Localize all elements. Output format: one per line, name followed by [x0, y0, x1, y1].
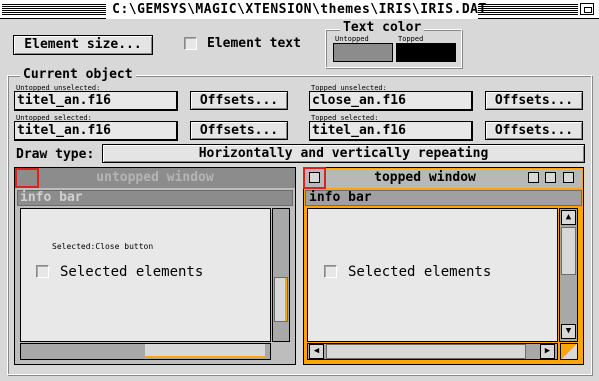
- untopped-hscroll-thumb[interactable]: [145, 344, 265, 358]
- untopped-selected-offsets-button[interactable]: Offsets...: [190, 121, 288, 140]
- iconify-icon[interactable]: [528, 172, 539, 183]
- untopped-selected-checkbox[interactable]: [36, 265, 49, 278]
- untopped-selected-label: Selected elements: [60, 264, 204, 280]
- fuller-icon[interactable]: [563, 172, 574, 183]
- topped-selected-offsets-button[interactable]: Offsets...: [485, 121, 583, 140]
- topped-selected-checkbox[interactable]: [324, 265, 337, 278]
- topped-color-label: Topped: [398, 35, 424, 43]
- current-object-title: Current object: [20, 67, 136, 82]
- topped-hscroll-thumb[interactable]: [326, 344, 526, 359]
- topped-unselected-offsets-button[interactable]: Offsets...: [485, 91, 583, 110]
- draw-type-popup[interactable]: Horizontally and vertically repeating: [102, 144, 585, 163]
- untopped-unselected-offsets-button[interactable]: Offsets...: [190, 91, 288, 110]
- element-text-checkbox[interactable]: [184, 37, 197, 50]
- untopped-vscroll-thumb[interactable]: [274, 277, 288, 322]
- topped-window-title: topped window: [374, 170, 476, 185]
- topped-color-swatch[interactable]: [396, 43, 456, 62]
- untopped-color-label: Untopped: [335, 35, 369, 43]
- window-fuller-icon[interactable]: [580, 3, 594, 15]
- untopped-color-swatch[interactable]: [333, 43, 393, 62]
- window-title: C:\GEMSYS\MAGIC\XTENSION\themes\IRIS\IRI…: [112, 2, 487, 17]
- untopped-unselected-field[interactable]: titel_an.f16: [14, 91, 178, 111]
- status-text: Selected:Close button: [52, 242, 154, 251]
- topped-info-text: info bar: [309, 190, 372, 205]
- topped-unselected-field[interactable]: close_an.f16: [309, 91, 473, 111]
- scroll-right-icon[interactable]: ▶: [540, 344, 555, 359]
- scroll-down-icon[interactable]: ▼: [561, 324, 576, 339]
- backdrop-icon[interactable]: [545, 172, 556, 183]
- scroll-up-icon[interactable]: ▲: [561, 210, 576, 225]
- topped-vscroll-thumb[interactable]: [561, 227, 576, 275]
- element-text-label: Element text: [207, 36, 301, 51]
- text-color-title: Text color: [340, 20, 425, 35]
- untopped-selected-field[interactable]: titel_an.f16: [14, 121, 178, 141]
- resize-grip-icon[interactable]: [560, 343, 578, 360]
- element-size-button[interactable]: Element size...: [13, 35, 153, 55]
- untopped-window-title: untopped window: [96, 170, 214, 185]
- close-icon[interactable]: [309, 172, 320, 183]
- topped-selected-label: Selected elements: [348, 264, 492, 280]
- topped-selected-field[interactable]: titel_an.f16: [309, 121, 473, 141]
- untopped-info-text: info bar: [20, 190, 83, 205]
- draw-type-label: Draw type:: [16, 147, 95, 162]
- scroll-left-icon[interactable]: ◀: [309, 344, 324, 359]
